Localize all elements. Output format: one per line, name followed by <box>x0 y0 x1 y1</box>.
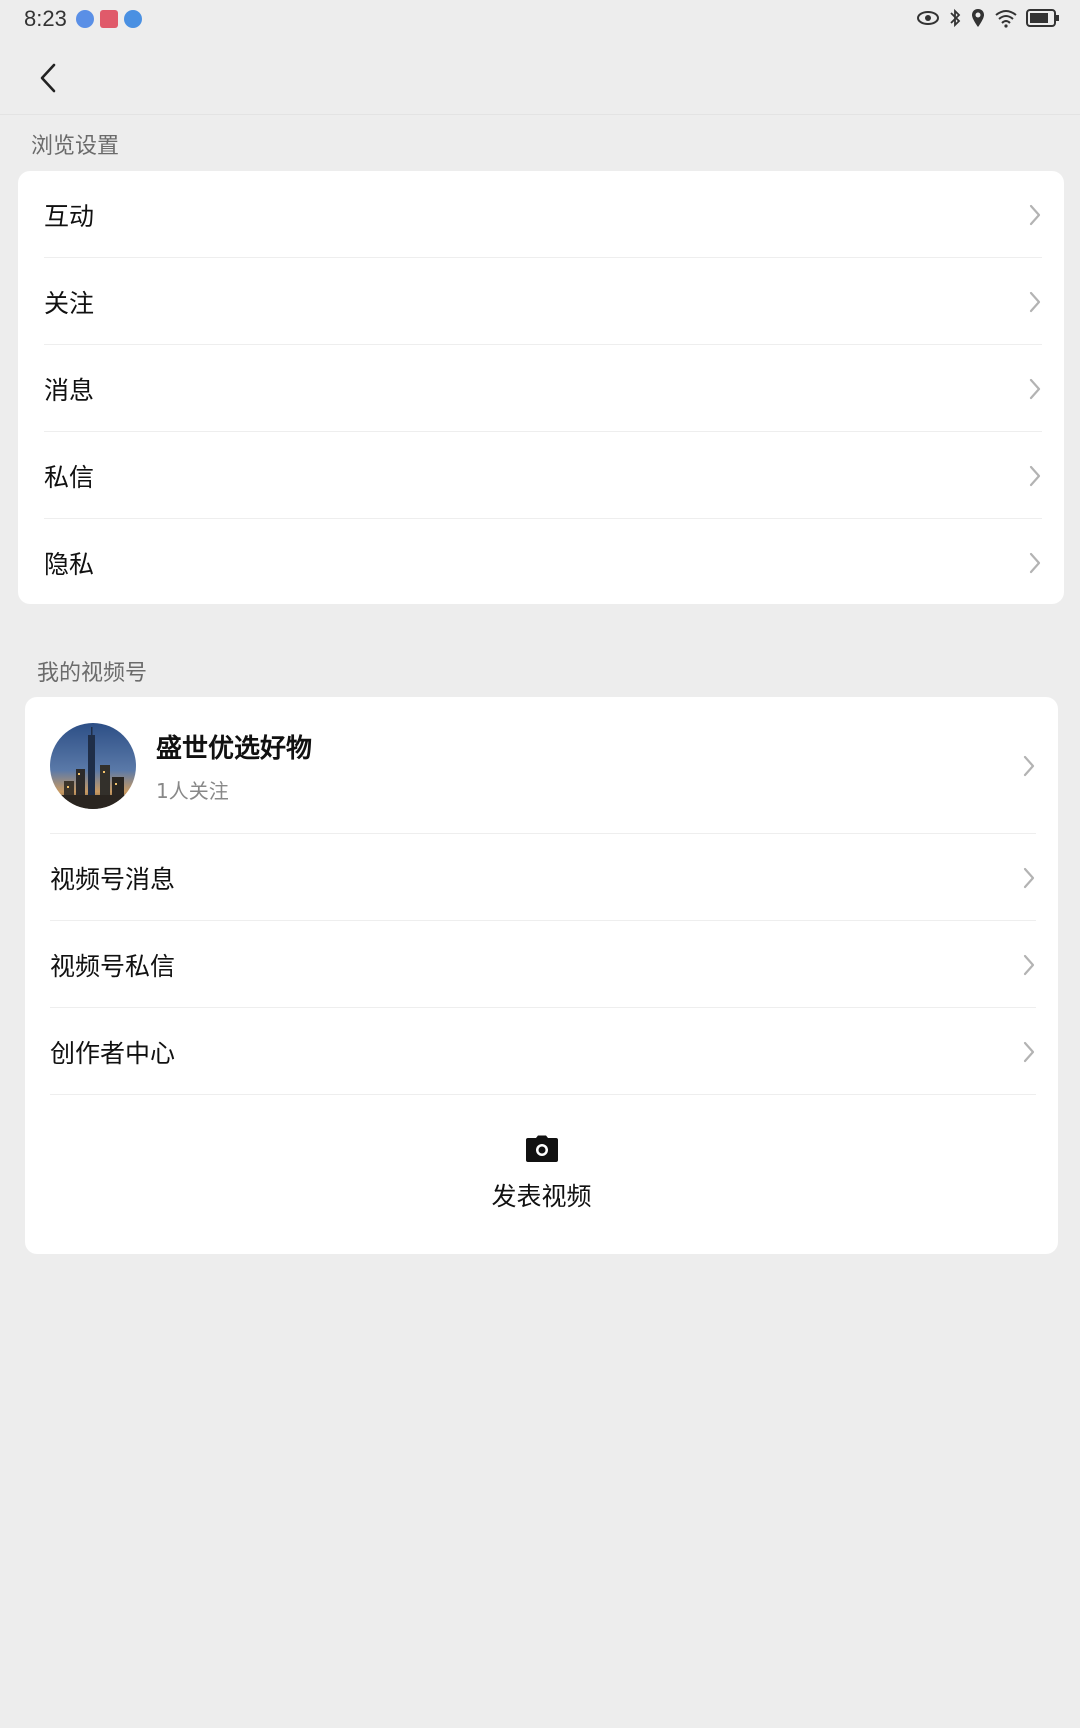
channel-item-label: 创作者中心 <box>50 1038 176 1068</box>
channel-item-messages[interactable]: 视频号消息 <box>25 834 1058 921</box>
eye-icon <box>916 9 940 27</box>
settings-item-privacy[interactable]: 隐私 <box>18 519 1064 604</box>
chevron-right-icon <box>1029 204 1041 225</box>
chevron-left-icon <box>40 63 56 93</box>
location-icon <box>970 8 986 28</box>
my-channels-card: 盛世优选好物 1人关注 视频号消息 视频号私信 创作者中心 发表视频 <box>25 697 1058 1254</box>
avatar <box>50 722 136 809</box>
status-app-icons <box>76 10 142 28</box>
settings-item-follow[interactable]: 关注 <box>18 258 1064 345</box>
chevron-right-icon <box>1029 552 1041 573</box>
nav-divider <box>0 114 1080 115</box>
section-title-my-channels: 我的视频号 <box>37 661 148 686</box>
status-bar: 8:23 <box>0 0 1080 44</box>
follower-count: 1人关注 <box>156 778 229 803</box>
settings-item-label: 关注 <box>44 288 95 318</box>
music-app-icon <box>76 10 94 28</box>
back-button[interactable] <box>28 58 68 98</box>
settings-item-label: 私信 <box>44 462 95 492</box>
row-divider <box>50 1094 1036 1095</box>
wifi-icon <box>994 8 1018 28</box>
section-title-browse-settings: 浏览设置 <box>31 134 120 159</box>
settings-item-interaction[interactable]: 互动 <box>18 171 1064 258</box>
camera-icon <box>525 1135 558 1162</box>
chevron-right-icon <box>1029 291 1041 312</box>
channel-name: 盛世优选好物 <box>156 733 313 764</box>
settings-item-direct-messages[interactable]: 私信 <box>18 432 1064 519</box>
channel-profile-row[interactable]: 盛世优选好物 1人关注 <box>25 697 1058 834</box>
chevron-right-icon <box>1023 954 1035 975</box>
battery-icon <box>1026 9 1060 27</box>
browse-settings-card: 互动 关注 消息 私信 隐私 <box>18 171 1064 604</box>
status-system-icons <box>916 8 1060 28</box>
settings-item-label: 互动 <box>44 201 95 231</box>
nav-bar <box>0 44 1080 114</box>
bluetooth-icon <box>948 8 962 28</box>
channel-item-label: 视频号消息 <box>50 864 176 894</box>
mail-app-icon <box>100 10 118 28</box>
channel-item-creator-center[interactable]: 创作者中心 <box>25 1008 1058 1095</box>
channel-item-label: 视频号私信 <box>50 951 176 981</box>
settings-item-label: 隐私 <box>44 549 95 579</box>
chevron-right-icon <box>1029 378 1041 399</box>
chevron-right-icon <box>1023 1041 1035 1062</box>
publish-video-button[interactable]: 发表视频 <box>25 1135 1058 1213</box>
settings-item-label: 消息 <box>44 375 95 405</box>
publish-video-label: 发表视频 <box>491 1182 592 1211</box>
settings-item-messages[interactable]: 消息 <box>18 345 1064 432</box>
chevron-right-icon <box>1023 755 1035 776</box>
status-time: 8:23 <box>24 6 67 31</box>
chevron-right-icon <box>1023 867 1035 888</box>
channel-item-direct-messages[interactable]: 视频号私信 <box>25 921 1058 1008</box>
browser-app-icon <box>124 10 142 28</box>
chevron-right-icon <box>1029 465 1041 486</box>
